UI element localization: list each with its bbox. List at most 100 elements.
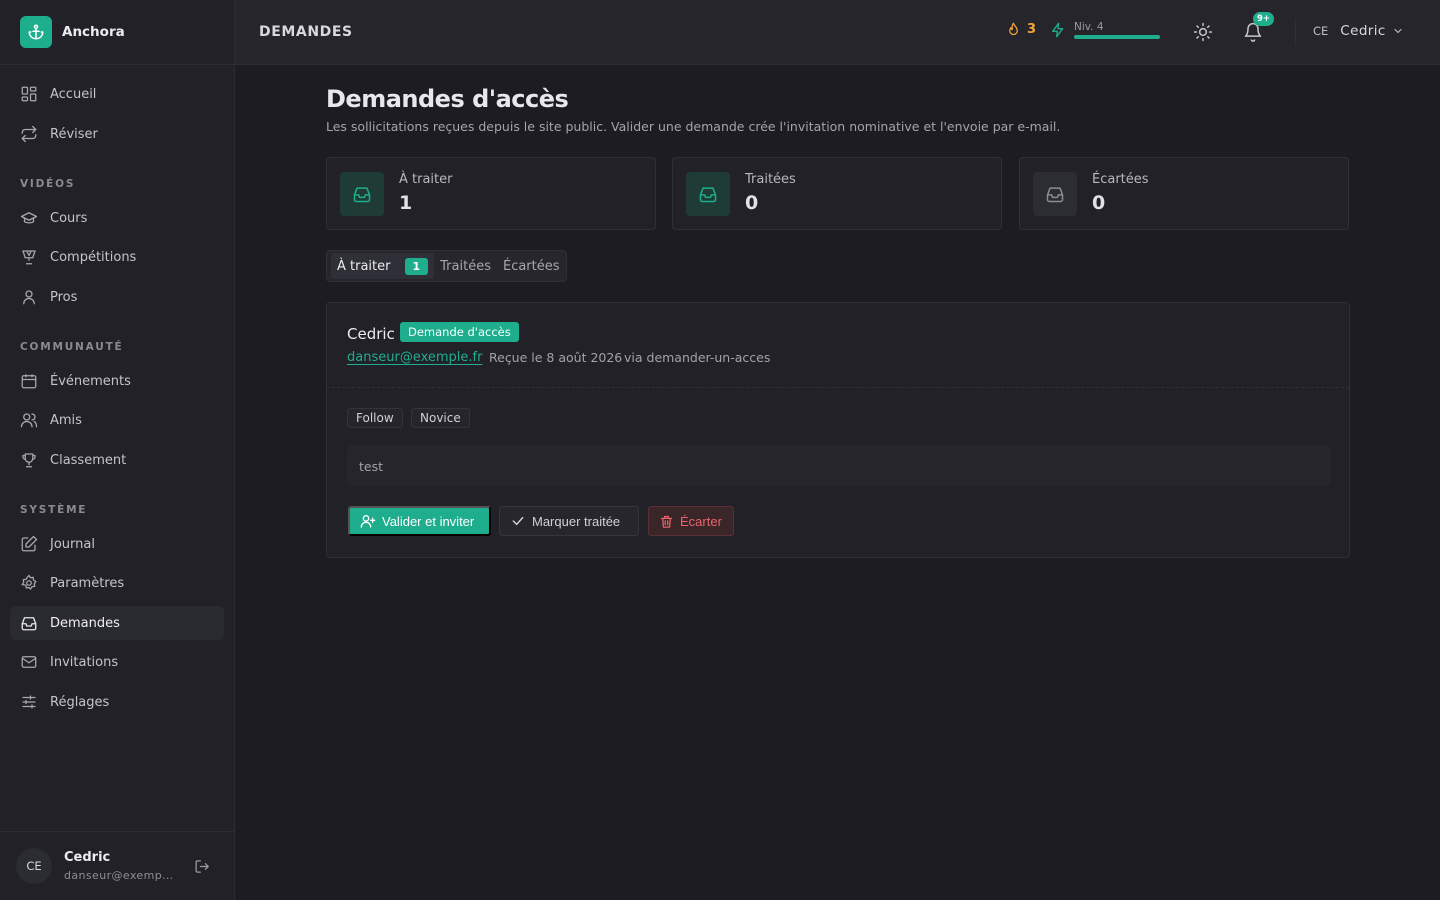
user-menu-name: Cedric	[1340, 23, 1386, 39]
user-icon	[20, 288, 38, 306]
sidebar-item-classement[interactable]: Classement	[10, 443, 224, 477]
trophy-icon	[20, 451, 38, 469]
stat-value: 0	[745, 192, 759, 214]
request-source: via demander-un-acces	[624, 350, 771, 365]
button-label: Valider et inviter	[382, 513, 475, 529]
sidebar-item-label: Invitations	[50, 654, 119, 670]
avatar[interactable]: CE	[16, 848, 52, 884]
sidebar-item-journal[interactable]: Journal	[10, 527, 224, 561]
sidebar-item-label: Journal	[50, 536, 95, 552]
logout-icon[interactable]	[194, 858, 211, 875]
sidebar-item-evenements[interactable]: Événements	[10, 364, 224, 398]
stat-value: 0	[1092, 192, 1106, 214]
stat-card-ecartees: Écartées 0	[1019, 157, 1349, 230]
sidebar-item-reglages[interactable]: Réglages	[10, 685, 224, 719]
sidebar-item-label: Accueil	[50, 86, 97, 102]
level-meta: Niv. 4	[1074, 21, 1160, 39]
discard-button[interactable]: Écarter	[648, 506, 734, 536]
sidebar: Anchora Accueil Réviser VIDÉOS Cours Com…	[0, 0, 235, 900]
notification-badge: 9+	[1253, 12, 1275, 26]
stat-card-traitees: Traitées 0	[672, 157, 1002, 230]
filter-tabs: À traiter 1 Traitées Écartées	[326, 250, 567, 282]
sliders-icon	[20, 693, 38, 711]
check-icon	[510, 513, 526, 529]
inbox-icon	[686, 172, 730, 216]
sidebar-item-label: Demandes	[50, 615, 120, 631]
stat-card-a-traiter: À traiter 1	[326, 157, 656, 230]
sidebar-item-competitions[interactable]: Compétitions	[10, 240, 224, 274]
stat-value: 1	[399, 192, 413, 214]
user-menu[interactable]: CE Cedric	[1313, 23, 1404, 39]
page-title: Demandes d'accès	[326, 85, 569, 113]
bell-icon[interactable]: 9+	[1243, 12, 1275, 42]
level-indicator: Niv. 4	[1050, 21, 1160, 39]
request-card: Cedric Demande d'accès danseur@exemple.f…	[326, 302, 1350, 558]
validate-and-invite-button[interactable]: Valider et inviter	[348, 506, 491, 536]
sidebar-item-demandes[interactable]: Demandes	[10, 606, 224, 640]
section-title-communaute: COMMUNAUTÉ	[20, 341, 124, 353]
streak-count: 3	[1027, 22, 1037, 37]
sidebar-item-label: Compétitions	[50, 249, 137, 265]
sidebar-item-reviser[interactable]: Réviser	[10, 117, 224, 151]
tab-count-badge: 1	[404, 257, 429, 275]
sidebar-item-label: Paramètres	[50, 575, 125, 591]
sidebar-item-label: Cours	[50, 210, 88, 226]
sidebar-item-accueil[interactable]: Accueil	[10, 77, 224, 111]
user-plus-icon	[360, 513, 376, 529]
zap-icon	[1050, 22, 1066, 38]
trophy-badge-icon	[20, 248, 38, 266]
sidebar-item-invitations[interactable]: Invitations	[10, 645, 224, 679]
mark-done-button[interactable]: Marquer traitée	[499, 506, 639, 536]
edit-icon	[20, 535, 38, 553]
sidebar-item-cours[interactable]: Cours	[10, 201, 224, 235]
inbox-icon	[1033, 172, 1077, 216]
sidebar-item-parametres[interactable]: Paramètres	[10, 566, 224, 600]
calendar-icon	[20, 372, 38, 390]
user-initials: CE	[1313, 24, 1329, 38]
section-title-videos: VIDÉOS	[20, 178, 76, 190]
topbar: DEMANDES 3 Niv. 4 9+ CE Cedric	[235, 0, 1440, 65]
tag-level: Novice	[411, 408, 470, 428]
section-title-systeme: SYSTÈME	[20, 504, 88, 516]
tab-ecartees[interactable]: Écartées	[497, 253, 566, 279]
sidebar-item-label: Réviser	[50, 126, 98, 142]
inbox-icon	[20, 614, 38, 632]
flame-icon	[1006, 22, 1021, 37]
sun-icon[interactable]	[1193, 22, 1213, 42]
sidebar-item-pros[interactable]: Pros	[10, 280, 224, 314]
sidebar-item-label: Amis	[50, 412, 82, 428]
stat-label: À traiter	[399, 172, 453, 187]
brand-name: Anchora	[62, 24, 125, 40]
level-progress-fill	[1074, 35, 1160, 39]
sidebar-item-amis[interactable]: Amis	[10, 403, 224, 437]
header-divider	[1295, 18, 1296, 46]
sidebar-item-label: Réglages	[50, 694, 110, 710]
tab-traitees[interactable]: Traitées	[434, 253, 497, 279]
request-email-link[interactable]: danseur@exemple.fr	[347, 350, 482, 365]
stat-label: Traitées	[745, 172, 796, 187]
anchor-icon	[20, 16, 52, 48]
level-label: Niv. 4	[1074, 21, 1104, 33]
chevron-down-icon	[1392, 25, 1404, 37]
streak-counter: 3	[1006, 22, 1036, 37]
page-subtitle: Les sollicitations reçues depuis le site…	[326, 119, 1061, 134]
trash-icon	[659, 514, 674, 529]
button-label: Écarter	[680, 513, 722, 529]
brand[interactable]: Anchora	[0, 0, 234, 65]
mail-icon	[20, 653, 38, 671]
inbox-icon	[340, 172, 384, 216]
button-label: Marquer traitée	[532, 513, 621, 529]
request-type-badge: Demande d'accès	[400, 322, 519, 342]
request-message: test	[347, 445, 1331, 487]
user-email: danseur@exempl...	[64, 869, 176, 882]
users-icon	[20, 411, 38, 429]
page-label: DEMANDES	[259, 24, 353, 40]
tab-a-traiter[interactable]: À traiter 1	[331, 253, 435, 279]
tag-role: Follow	[347, 408, 403, 428]
stat-label: Écartées	[1092, 172, 1149, 187]
level-progress-bar	[1074, 35, 1160, 39]
sidebar-user: CE Cedric danseur@exempl...	[0, 831, 234, 900]
graduation-cap-icon	[20, 209, 38, 227]
repeat-icon	[20, 125, 38, 143]
request-name: Cedric	[347, 325, 395, 343]
